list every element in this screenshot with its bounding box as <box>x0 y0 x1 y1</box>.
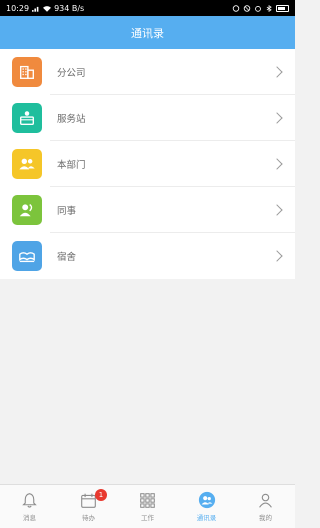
chevron-right-icon <box>271 204 283 216</box>
colleague-icon <box>12 195 42 225</box>
unread-badge: 1 <box>95 489 107 501</box>
page-title: 通讯录 <box>131 26 164 40</box>
tab-label: 我的 <box>259 513 272 522</box>
tab-todo[interactable]: 1 待办 <box>59 485 118 528</box>
network-speed: 934 B/s <box>54 3 85 13</box>
tab-label: 消息 <box>23 513 36 522</box>
signal-icon <box>32 6 39 12</box>
contact-category-list: 分公司 服务站 本部门 同事 宿舍 <box>0 49 295 279</box>
dormitory-icon <box>12 241 42 271</box>
tab-label: 待办 <box>82 513 95 522</box>
bell-icon <box>22 492 37 508</box>
department-group-icon <box>12 149 42 179</box>
status-bar: 10:29 934 B/s <box>0 0 295 16</box>
person-icon <box>259 493 272 508</box>
list-item-label: 同事 <box>57 206 77 217</box>
mute-icon <box>243 4 251 12</box>
chevron-right-icon <box>271 112 283 124</box>
chevron-right-icon <box>271 158 283 170</box>
list-item-colleague[interactable]: 同事 <box>0 187 295 233</box>
tab-work[interactable]: 工作 <box>118 485 177 528</box>
list-item-branch[interactable]: 分公司 <box>0 49 295 95</box>
tab-messages[interactable]: 消息 <box>0 485 59 528</box>
status-time: 10:29 <box>6 3 30 13</box>
list-item-label: 分公司 <box>57 68 86 79</box>
chevron-right-icon <box>271 250 283 262</box>
bottom-tab-bar: 消息 1 待办 工作 通讯录 我的 <box>0 484 295 528</box>
tab-label: 工作 <box>141 513 154 522</box>
grid-icon <box>140 492 155 508</box>
bluetooth-icon <box>266 4 272 12</box>
list-item-service-station[interactable]: 服务站 <box>0 95 295 141</box>
alarm-icon <box>255 5 261 12</box>
status-right <box>232 4 289 12</box>
building-icon <box>12 57 42 87</box>
wifi-icon <box>43 5 52 12</box>
list-item-label: 服务站 <box>57 114 86 125</box>
tab-label: 通讯录 <box>196 514 217 522</box>
status-left: 10:29 934 B/s <box>6 4 84 13</box>
list-item-label: 宿舍 <box>57 252 77 263</box>
sync-icon <box>232 4 240 12</box>
tab-contacts[interactable]: 通讯录 <box>177 485 236 528</box>
list-item-dormitory[interactable]: 宿舍 <box>0 233 295 279</box>
chevron-right-icon <box>271 66 283 78</box>
list-item-label: 本部门 <box>57 160 86 171</box>
list-item-department[interactable]: 本部门 <box>0 141 295 187</box>
tab-me[interactable]: 我的 <box>236 485 295 528</box>
service-station-icon <box>12 103 42 133</box>
app-header: 通讯录 <box>0 16 295 49</box>
battery-icon <box>276 4 289 12</box>
contacts-icon <box>198 491 215 509</box>
